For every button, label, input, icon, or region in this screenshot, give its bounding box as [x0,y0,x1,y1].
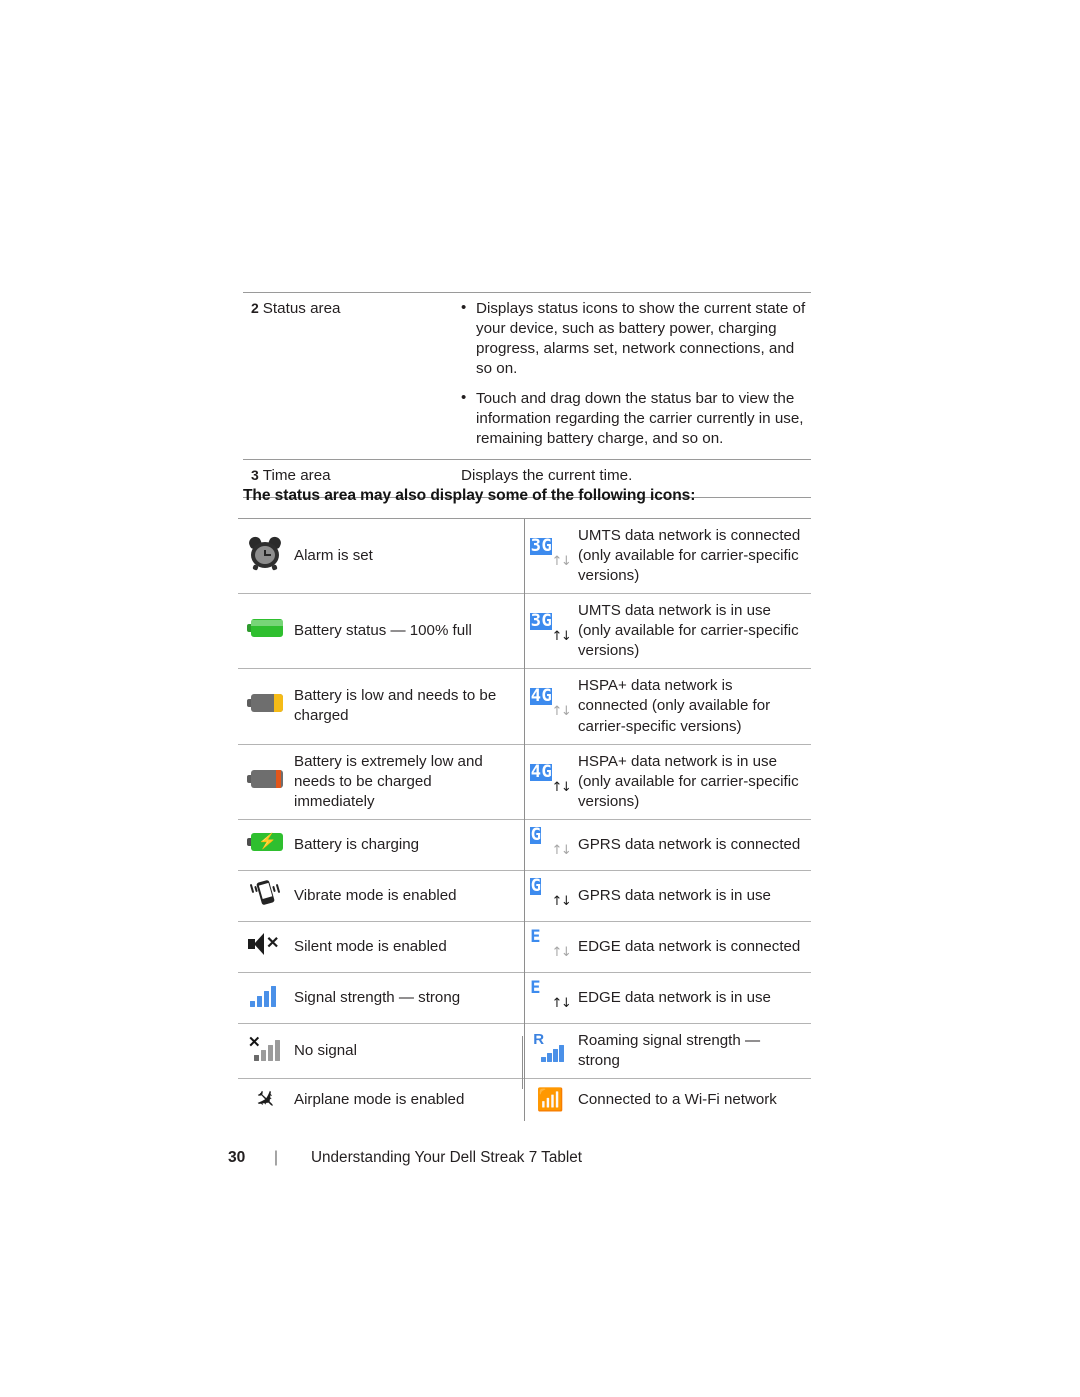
table-row: Signal strength — strong E ↑↓ EDGE data … [238,971,811,1024]
icon-cell: 4G ↑↓ [523,668,576,745]
table-row: 2Status area Displays status icons to sh… [243,291,811,460]
battery-critical-icon [247,769,283,788]
icon-description: Battery is charging [292,818,524,871]
table-row: Alarm is set 3G ↑↓ UMTS data network is … [238,517,811,594]
battery-low-icon [247,694,283,713]
list-item: Displays status icons to show the curren… [461,298,807,379]
alarm-clock-icon [247,535,283,571]
table-row: ✕ No signal R Roaming signal strength — … [238,1022,811,1079]
icon-cell: ✕ [238,920,292,973]
icon-description: Signal strength — strong [292,971,524,1024]
icon-cell: 3G ↑↓ [523,593,576,669]
icon-description: HSPA+ data network is in use (only avail… [576,743,811,820]
airplane-mode-icon: ✈ [247,1082,283,1118]
icon-cell: R [523,1022,576,1079]
edge-in-use-icon: E ↑↓ [530,977,571,1011]
icon-description: Battery is extremely low and needs to be… [292,743,524,820]
icon-description: EDGE data network is connected [576,920,811,973]
row-body-cell: Displays status icons to show the curren… [461,291,811,460]
icon-description: Battery is low and needs to be charged [292,668,524,745]
gprs-in-use-icon: G ↑↓ [530,875,572,909]
umts-3g-in-use-icon: 3G ↑↓ [530,611,572,645]
table-row: ⚡ Battery is charging G ↑↓ GPRS data net… [238,818,811,871]
status-icons-table: Alarm is set 3G ↑↓ UMTS data network is … [238,517,811,1122]
row-label: Status area [262,300,341,317]
list-item: Touch and drag down the status bar to vi… [461,388,807,449]
table-row: ✈ Airplane mode is enabled 📶 Connected t… [238,1078,811,1122]
edge-connected-icon: E ↑↓ [530,926,571,960]
row-index: 2 [251,300,259,316]
gprs-connected-icon: G ↑↓ [530,824,572,858]
icon-description: Airplane mode is enabled [292,1078,524,1122]
icon-description: UMTS data network is connected (only ava… [576,517,811,594]
icon-description: UMTS data network is in use (only availa… [576,593,811,669]
icon-description: Silent mode is enabled [292,920,524,973]
hspa-4g-in-use-icon: 4G ↑↓ [530,761,572,795]
table-row: Battery is low and needs to be charged 4… [238,668,811,745]
page-footer: 30 | Understanding Your Dell Streak 7 Ta… [228,1149,582,1167]
icon-description: Roaming signal strength — strong [576,1022,811,1079]
battery-charging-icon: ⚡ [247,832,283,851]
icon-description: No signal [292,1022,524,1079]
icon-description: HSPA+ data network is connected (only av… [576,668,811,745]
hspa-4g-connected-icon: 4G ↑↓ [530,686,572,720]
icon-description: Alarm is set [292,517,524,594]
roaming-signal-strong-icon: R [533,1032,567,1063]
icon-cell [238,743,292,820]
icon-cell: 4G ↑↓ [523,743,576,820]
umts-3g-connected-icon: 3G ↑↓ [530,536,572,570]
table-row: ✕ Silent mode is enabled E ↑↓ EDGE data … [238,920,811,973]
table-row: Vibrate mode is enabled G ↑↓ GPRS data n… [238,869,811,922]
table-row: Battery status — 100% full 3G ↑↓ UMTS da… [238,593,811,669]
icons-section-heading: The status area may also display some of… [243,487,696,504]
icon-cell: ⚡ [238,818,292,871]
row-label-cell: 2 Status area [243,291,461,460]
vibrate-mode-icon [248,878,282,908]
row-label: Time area [262,467,331,485]
icon-cell [238,971,292,1024]
icon-cell: G ↑↓ [523,818,576,871]
column-divider-tail [522,1036,523,1089]
icon-cell: G ↑↓ [523,869,576,922]
icon-description: Vibrate mode is enabled [292,869,524,922]
icon-cell: 3G ↑↓ [523,517,576,594]
signal-strength-strong-icon [250,983,280,1007]
icon-cell [238,869,292,922]
icon-cell [238,517,292,594]
status-time-description-table: 2Status area Displays status icons to sh… [243,291,811,498]
footer-title: Understanding Your Dell Streak 7 Tablet [311,1149,582,1166]
icon-cell: ✈ [238,1078,292,1122]
table-row: Battery is extremely low and needs to be… [238,743,811,820]
icon-cell [238,593,292,669]
icon-cell [238,668,292,745]
page-number: 30 [228,1149,246,1166]
no-signal-icon: ✕ [248,1034,282,1062]
icon-cell: E ↑↓ [523,920,576,973]
icon-description: Battery status — 100% full [292,593,524,669]
icon-description: Connected to a Wi-Fi network [576,1078,811,1122]
footer-separator: | [274,1149,278,1166]
icon-cell: E ↑↓ [523,971,576,1024]
wifi-connected-icon: 📶 [536,1086,564,1112]
row-index: 3 [251,467,259,484]
icon-description: EDGE data network is in use [576,971,811,1024]
icon-cell: 📶 [523,1078,576,1122]
bullet-list: Displays status icons to show the curren… [461,298,807,449]
icon-cell: ✕ [238,1022,292,1079]
silent-mode-icon: ✕ [247,932,283,956]
battery-full-icon [247,619,283,638]
manual-page: 2Status area Displays status icons to sh… [0,0,1080,1397]
icon-description: GPRS data network is connected [576,818,811,871]
icon-description: GPRS data network is in use [576,869,811,922]
